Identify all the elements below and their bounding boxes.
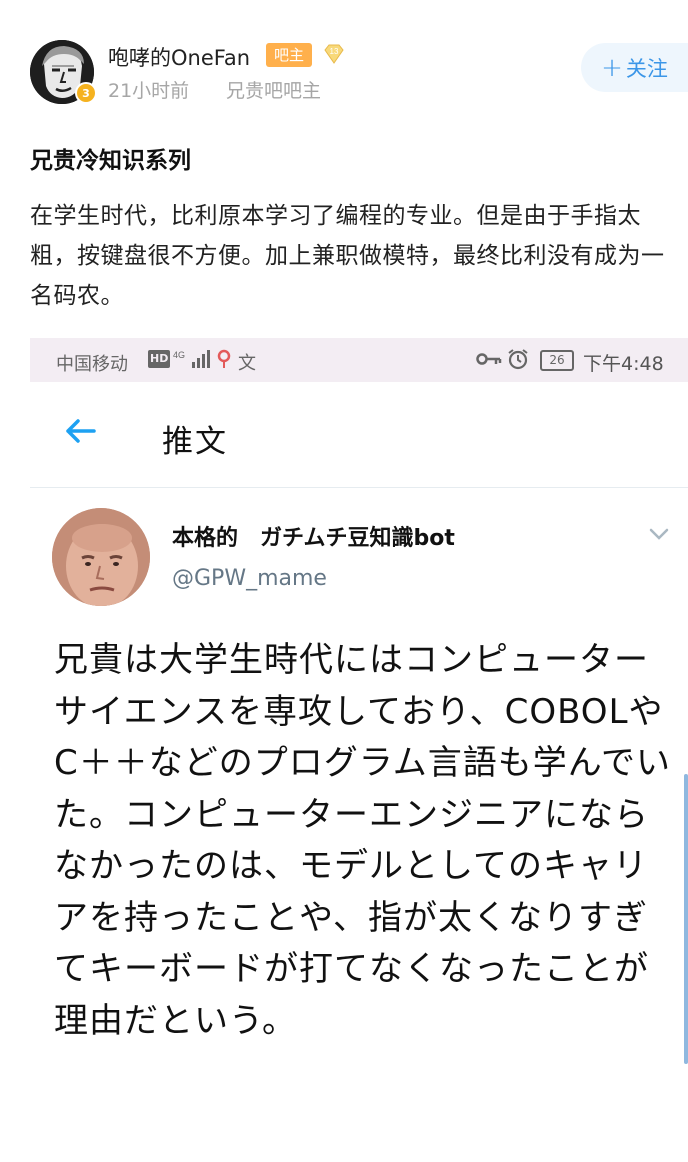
role-badge: 吧主 (266, 43, 313, 67)
tweet-display-name[interactable]: 本格的 ガチムチ豆知識bot (172, 520, 455, 552)
post-time: 21小时前 (108, 80, 190, 102)
status-bar: 中国移动 HD 4G 文 26 下午4:48 (30, 338, 688, 382)
avatar-level-badge: 3 (75, 82, 97, 104)
post-body: 在学生时代，比利原本学习了编程的专业。但是由于手指太粗，按键盘很不方便。加上兼职… (30, 203, 665, 309)
post-title: 兄贵冷知识系列 (30, 148, 191, 174)
embedded-screenshot[interactable]: 中国移动 HD 4G 文 26 下午4:48 推文 本格的 ガチムチ豆知識bot… (30, 338, 688, 1162)
author-role: 兄贵吧吧主 (226, 80, 322, 102)
app-notification-icon: 文 (238, 353, 256, 374)
page-title: 推文 (162, 424, 228, 460)
network-label: 4G (173, 350, 185, 360)
tweet-author-avatar[interactable] (52, 508, 150, 606)
key-icon (476, 348, 502, 375)
tweet-header: 推文 (30, 382, 688, 488)
level-badge-icon: 13 (322, 42, 346, 66)
follow-button[interactable]: + 关注 (581, 43, 688, 92)
follow-label: 关注 (625, 56, 668, 81)
back-arrow-icon[interactable] (64, 417, 98, 449)
scrollbar[interactable] (684, 774, 688, 1064)
alarm-icon (506, 348, 530, 375)
signal-icon: 4G (172, 348, 212, 375)
author-name[interactable]: 咆哮的OneFan (108, 42, 250, 72)
tweet-text: 兄貴は大学生時代にはコンピューターサイエンスを専攻しており、COBOLやC＋＋な… (54, 640, 672, 1041)
chevron-down-icon[interactable] (648, 526, 670, 545)
level-number: 13 (330, 47, 339, 56)
location-icon (216, 348, 232, 375)
hd-icon: HD (148, 350, 171, 368)
carrier-label: 中国移动 (56, 354, 128, 375)
status-time: 下午4:48 (583, 353, 664, 375)
battery-icon: 26 (540, 350, 574, 371)
tweet-handle[interactable]: @GPW_mame (172, 566, 327, 591)
plus-icon: + (601, 52, 623, 83)
